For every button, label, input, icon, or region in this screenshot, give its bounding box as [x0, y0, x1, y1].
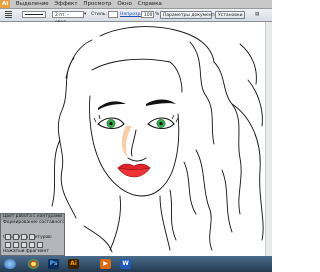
panel-subtitle: Формирование составного — [3, 220, 64, 225]
illustrator-icon[interactable]: Ai — [68, 259, 79, 269]
media-player-icon[interactable]: ▶ — [100, 259, 111, 269]
shape-mode-icons — [3, 234, 64, 249]
intersect-icon[interactable] — [21, 234, 27, 240]
merge-icon[interactable] — [21, 242, 27, 248]
chrome-icon[interactable] — [28, 259, 39, 269]
vertical-scrollbar[interactable] — [265, 22, 272, 256]
minus-front-icon[interactable] — [13, 234, 19, 240]
illustrator-logo: Ai — [0, 0, 11, 8]
stroke-weight-field[interactable] — [22, 11, 46, 18]
opacity-field[interactable]: 100 — [141, 11, 154, 18]
options-grid-icon[interactable]: ▤ — [255, 11, 259, 19]
opacity-unit: % — [155, 12, 160, 17]
panel-menu-icon[interactable] — [5, 11, 12, 19]
outline-icon[interactable] — [37, 242, 43, 248]
opacity-link[interactable]: Непрозр. — [120, 11, 142, 19]
trim-icon[interactable] — [13, 242, 19, 248]
divide-icon[interactable] — [5, 242, 11, 248]
style-swatch[interactable] — [108, 11, 118, 18]
exclude-icon[interactable] — [29, 234, 35, 240]
brush-profile-select[interactable]: 2 пт. - овал... — [52, 11, 84, 25]
dropdown-arrow-icon[interactable]: ▾ — [84, 11, 86, 19]
crop-icon[interactable] — [29, 242, 35, 248]
windows-taskbar: Ps Ai ▶ W — [0, 256, 272, 272]
preferences-button[interactable]: Установки — [215, 11, 245, 19]
stroke-line-icon — [25, 14, 43, 15]
menu-help[interactable]: Справка — [138, 1, 162, 7]
menu-window[interactable]: Окно — [117, 1, 132, 7]
menu-view[interactable]: Просмотр — [83, 1, 111, 7]
menu-effect[interactable]: Эффект — [54, 1, 77, 7]
menu-select[interactable]: Выделение — [16, 1, 49, 7]
eyes — [93, 114, 179, 130]
start-orb-icon[interactable] — [4, 259, 16, 269]
pathfinder-panel: Цвет работа с контурами Формирование сос… — [0, 213, 65, 256]
word-icon[interactable]: W — [120, 259, 131, 269]
unite-icon[interactable] — [5, 234, 11, 240]
panel-footer: Нажатый фрагмент — [3, 249, 49, 254]
style-label: Стиль: — [91, 12, 108, 17]
menu-bar: Ai Выделение Эффект Просмотр Окно Справк… — [0, 0, 272, 9]
photoshop-icon[interactable]: Ps — [48, 259, 59, 269]
document-settings-button[interactable]: Параметры документа — [160, 11, 217, 19]
control-panel: 2 пт. - овал... ▾ Стиль: Непрозр. 100 % … — [0, 9, 272, 25]
